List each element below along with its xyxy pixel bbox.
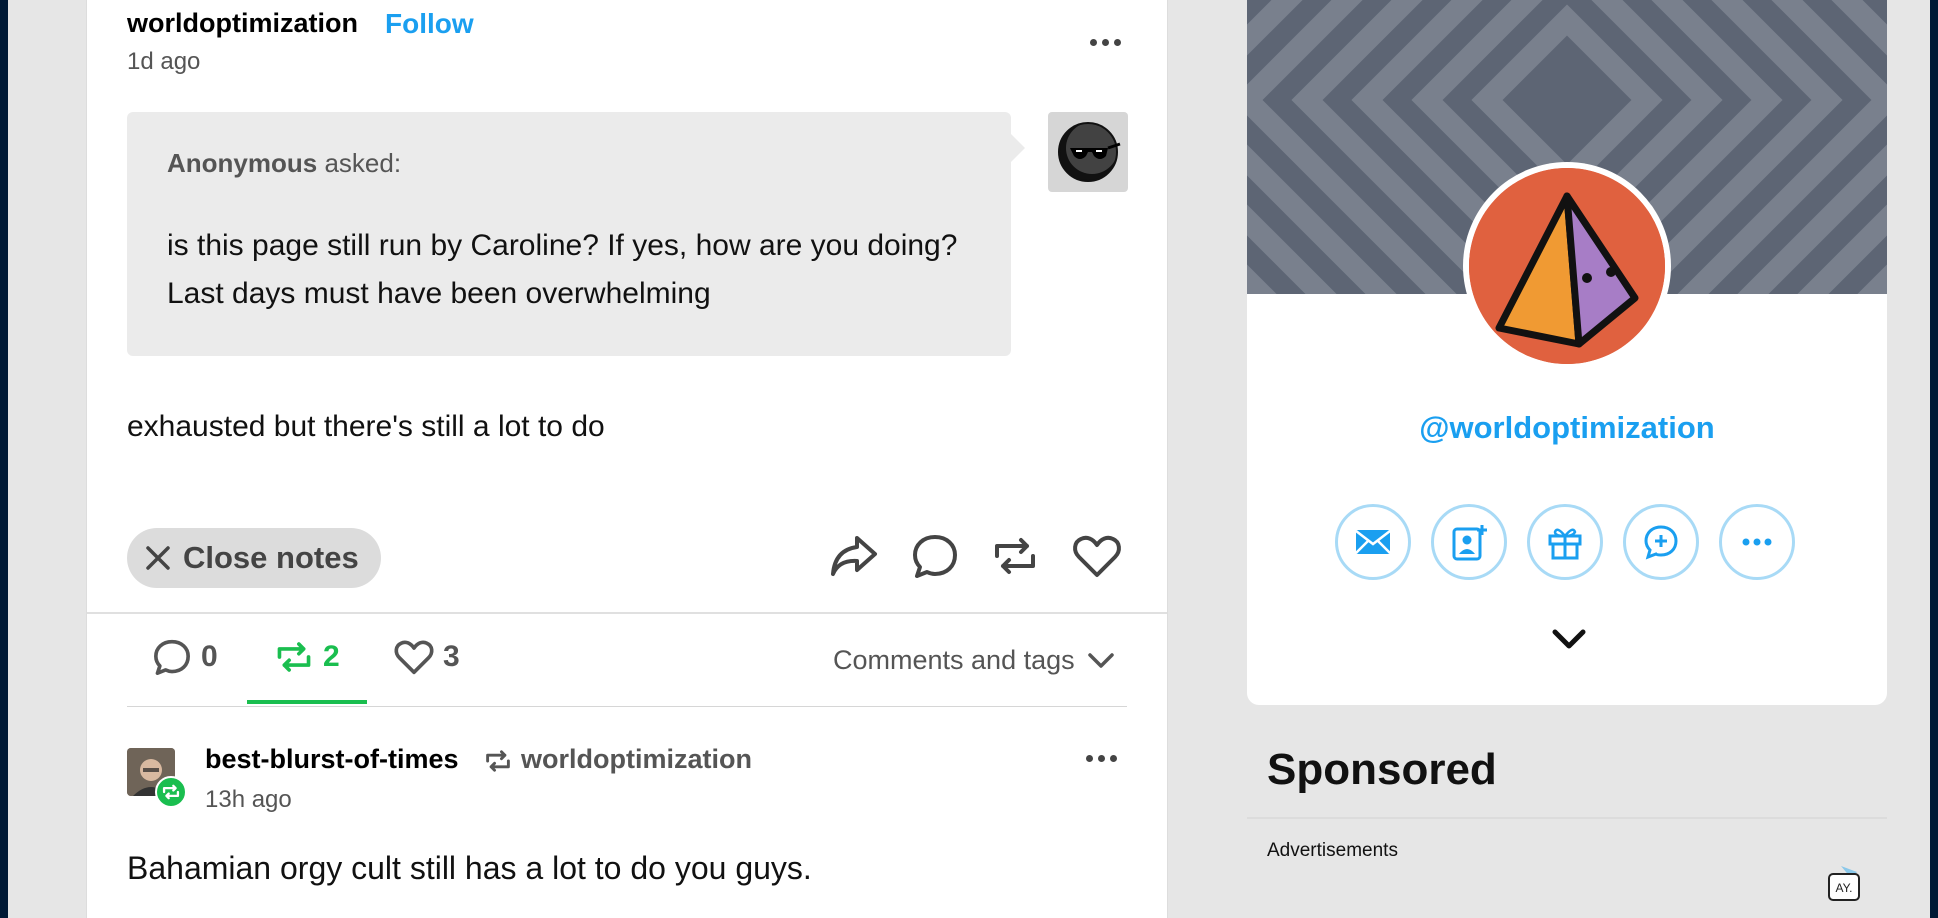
tab-comments[interactable]: 0 <box>151 636 218 678</box>
reblog-source-blog[interactable]: worldoptimization <box>521 744 752 775</box>
post-timestamp[interactable]: 1d ago <box>127 48 200 76</box>
like-icon[interactable] <box>1071 530 1123 582</box>
post-more-options-icon[interactable] <box>1090 39 1121 46</box>
follow-contact-button[interactable] <box>1431 504 1507 580</box>
asker-line: Anonymous asked: <box>167 148 401 179</box>
notes-divider <box>87 612 1167 614</box>
follow-contact-icon <box>1452 525 1487 561</box>
active-tab-indicator <box>247 700 367 704</box>
reblog-text: Bahamian orgy cult still has a lot to do… <box>127 850 812 886</box>
reblog-icon <box>483 746 513 781</box>
post-author[interactable]: worldoptimization <box>127 8 358 39</box>
expand-chevron-icon[interactable] <box>1551 628 1587 657</box>
post-card: worldoptimization Follow 1d ago Anonymou… <box>86 0 1168 918</box>
gift-icon <box>1548 528 1582 560</box>
comments-and-tags-dropdown[interactable]: Comments and tags <box>833 645 1115 676</box>
blog-avatar[interactable] <box>1463 162 1671 370</box>
message-button[interactable] <box>1335 504 1411 580</box>
sponsored-heading: Sponsored <box>1267 745 1497 794</box>
sponsored-divider <box>1247 817 1887 819</box>
gift-button[interactable] <box>1527 504 1603 580</box>
close-notes-button[interactable]: Close notes <box>127 528 381 588</box>
ask-bubble-tail <box>1011 134 1025 162</box>
post-answer: exhausted but there's still a lot to do <box>127 410 605 443</box>
reblog-more-options-icon[interactable] <box>1086 755 1117 762</box>
reply-icon[interactable] <box>909 530 961 582</box>
tab-reblogs[interactable]: 2 <box>273 636 340 678</box>
comment-icon <box>154 639 190 675</box>
reblog-icon <box>277 642 311 672</box>
reblog-timestamp[interactable]: 13h ago <box>205 786 292 814</box>
close-notes-label: Close notes <box>183 540 359 575</box>
reblogs-count: 2 <box>323 640 340 673</box>
chevron-down-icon <box>1087 652 1114 668</box>
reblog-icon[interactable] <box>989 530 1041 582</box>
asker-name: Anonymous <box>167 148 318 178</box>
comments-and-tags-label: Comments and tags <box>833 645 1075 675</box>
reblog-badge-icon <box>155 776 187 808</box>
close-icon <box>146 546 170 570</box>
mail-icon <box>1355 530 1391 554</box>
blog-handle[interactable]: @worldoptimization <box>1247 410 1887 446</box>
tab-likes[interactable]: 3 <box>393 636 460 678</box>
ask-button[interactable] <box>1623 504 1699 580</box>
more-options-button[interactable] <box>1719 504 1795 580</box>
ask-bubble: Anonymous asked: is this page still run … <box>127 112 1011 356</box>
advertisements-label: Advertisements <box>1267 840 1398 861</box>
share-icon[interactable] <box>827 530 879 582</box>
ask-question: is this page still run by Caroline? If y… <box>167 229 958 310</box>
likes-count: 3 <box>443 640 460 673</box>
more-icon <box>1742 538 1772 546</box>
tabs-divider <box>127 706 1127 707</box>
anonymous-avatar-icon <box>1048 112 1128 192</box>
adchoices-label: AY. <box>1836 881 1853 895</box>
heart-icon <box>394 640 434 675</box>
follow-button[interactable]: Follow <box>385 8 474 40</box>
adchoices-icon[interactable]: AY. <box>1827 864 1865 902</box>
reblogger-name[interactable]: best-blurst-of-times <box>205 744 459 775</box>
comments-count: 0 <box>201 640 218 673</box>
asked-label: asked: <box>317 148 402 178</box>
ask-icon <box>1644 525 1678 560</box>
blog-profile-card: @worldoptimization <box>1247 0 1887 705</box>
